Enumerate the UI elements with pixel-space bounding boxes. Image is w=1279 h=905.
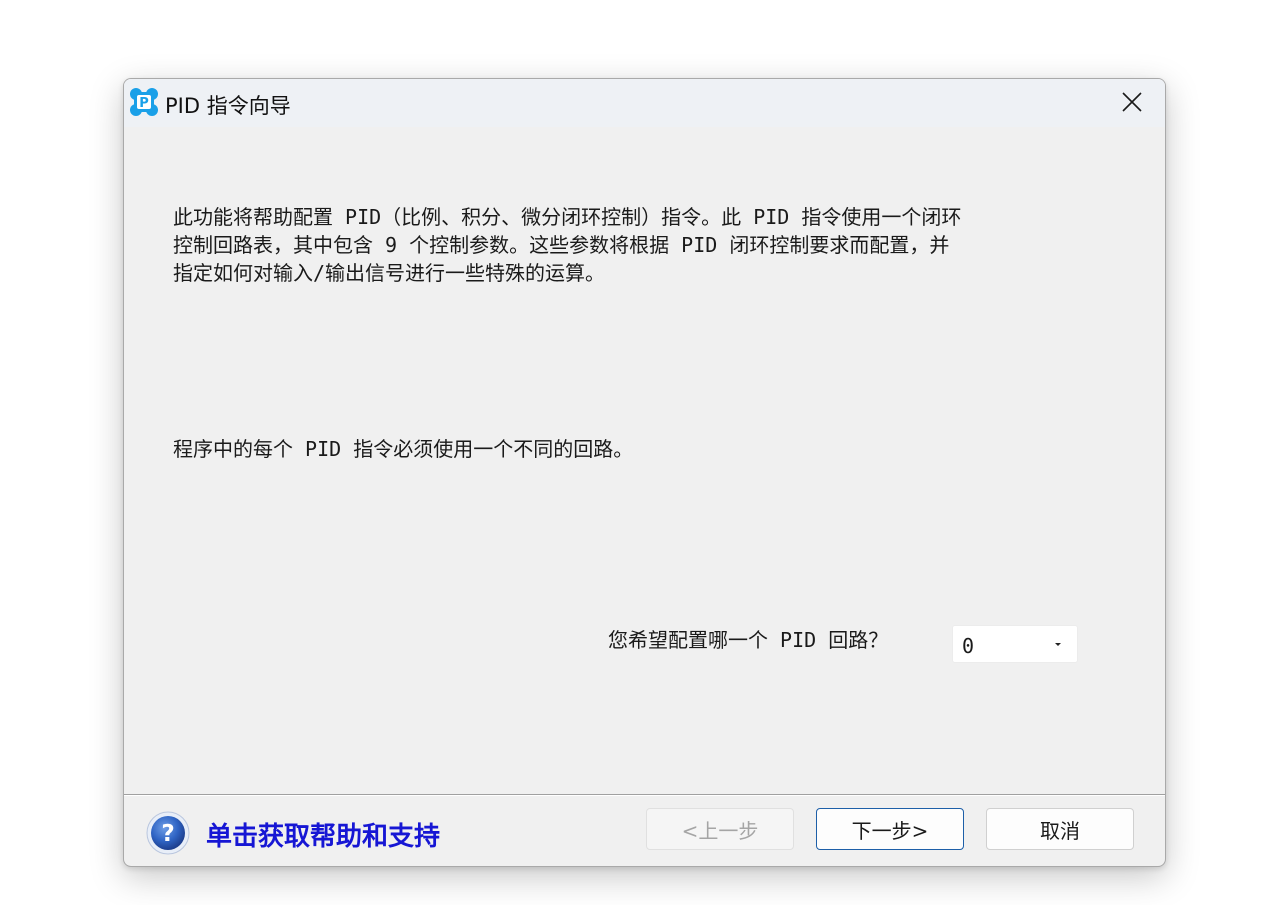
loop-question-label: 您希望配置哪一个 PID 回路？ [608,628,889,652]
loop-select-value: 0 [962,634,975,658]
help-support-link[interactable]: 单击获取帮助和支持 [206,816,440,853]
next-button[interactable]: 下一步> [816,808,964,850]
loop-note-paragraph: 程序中的每个 PID 指令必须使用一个不同的回路。 [173,437,634,461]
loop-select[interactable]: 0 [952,625,1078,663]
close-button[interactable] [1099,79,1165,125]
title-bar[interactable]: P PID 指令向导 [124,79,1165,127]
svg-text:?: ? [161,821,174,847]
close-icon [1122,92,1142,112]
footer-divider-highlight [124,795,1165,796]
pid-wizard-dialog: P PID 指令向导 此功能将帮助配置 PID（比例、积分、微分闭环控制）指令。… [123,78,1166,867]
cancel-button[interactable]: 取消 [986,808,1134,850]
window-title: PID 指令向导 [165,94,291,118]
prev-button[interactable]: <上一步 [646,808,794,850]
help-icon[interactable]: ? [146,811,190,855]
intro-paragraph: 此功能将帮助配置 PID（比例、积分、微分闭环控制）指令。此 PID 指令使用一… [173,205,962,285]
dropdown-arrow-icon [1055,643,1061,646]
svg-text:P: P [139,96,149,111]
app-icon: P [130,88,158,116]
